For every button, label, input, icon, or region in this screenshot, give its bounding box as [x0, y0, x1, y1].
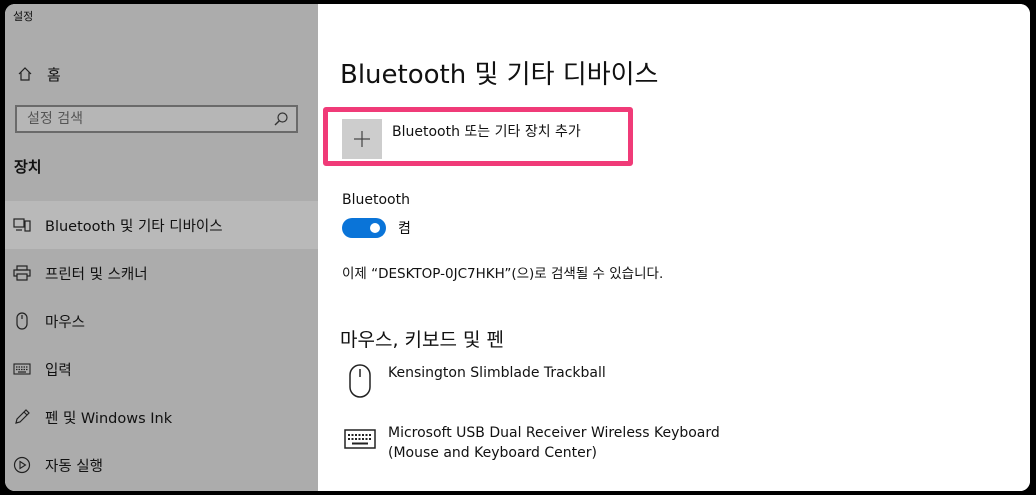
window-title: 설정	[13, 10, 34, 23]
add-device-button[interactable]: Bluetooth 또는 기타 장치 추가	[342, 119, 581, 159]
bluetooth-devices-icon	[12, 215, 32, 235]
toggle-knob	[370, 223, 380, 233]
home-nav-item[interactable]: 홈	[15, 62, 61, 86]
main-content: Bluetooth 및 기타 디바이스 Bluetooth 또는 기타 장치 추…	[318, 4, 1030, 491]
autoplay-icon	[12, 455, 32, 475]
bluetooth-label: Bluetooth	[342, 192, 410, 208]
sidebar-item-mouse[interactable]: 마우스	[5, 297, 318, 345]
settings-window: 설정 홈 장치 Bluetooth 및 기타 디바이스 프린터 및 스캐너	[5, 4, 1030, 491]
sidebar: 설정 홈 장치 Bluetooth 및 기타 디바이스 프린터 및 스캐너	[5, 4, 318, 491]
home-label: 홈	[47, 65, 61, 84]
search-icon[interactable]	[270, 108, 292, 130]
mouse-icon	[342, 363, 378, 399]
printer-icon	[12, 263, 32, 283]
search-box	[15, 105, 298, 133]
device-subtitle: (Mouse and Keyboard Center)	[388, 445, 597, 461]
sidebar-item-label: 펜 및 Windows Ink	[45, 410, 173, 427]
sidebar-item-label: 자동 실행	[45, 458, 103, 475]
mouse-icon	[12, 311, 32, 331]
sidebar-item-label: Bluetooth 및 기타 디바이스	[45, 218, 223, 235]
sidebar-item-input[interactable]: 입력	[5, 345, 318, 393]
sidebar-item-autoplay[interactable]: 자동 실행	[5, 441, 318, 489]
bluetooth-state-label: 켬	[398, 221, 411, 237]
sidebar-item-label: 입력	[45, 362, 72, 379]
device-name: Microsoft USB Dual Receiver Wireless Key…	[388, 425, 720, 441]
sidebar-item-label: 마우스	[45, 314, 86, 331]
sidebar-item-bluetooth[interactable]: Bluetooth 및 기타 디바이스	[5, 201, 318, 249]
sidebar-item-printers[interactable]: 프린터 및 스캐너	[5, 249, 318, 297]
page-title: Bluetooth 및 기타 디바이스	[340, 60, 659, 90]
sidebar-item-pen[interactable]: 펜 및 Windows Ink	[5, 393, 318, 441]
keyboard-icon	[12, 359, 32, 379]
search-input[interactable]	[17, 110, 270, 128]
pen-icon	[12, 407, 32, 427]
device-item[interactable]: Kensington Slimblade Trackball	[342, 363, 606, 399]
keyboard-icon	[342, 423, 378, 451]
bluetooth-toggle-row: 켬	[342, 218, 411, 238]
discoverable-text: 이제 “DESKTOP-0JC7HKH”(으)로 검색될 수 있습니다.	[342, 266, 664, 282]
bluetooth-toggle[interactable]	[342, 218, 386, 238]
section-heading: 마우스, 키보드 및 펜	[340, 329, 504, 351]
home-icon	[15, 64, 35, 84]
add-device-label: Bluetooth 또는 기타 장치 추가	[392, 124, 581, 140]
device-name: Kensington Slimblade Trackball	[388, 365, 606, 381]
section-label: 장치	[14, 158, 42, 176]
plus-icon	[342, 119, 382, 159]
device-item[interactable]: Microsoft USB Dual Receiver Wireless Key…	[342, 423, 720, 463]
sidebar-item-label: 프린터 및 스캐너	[45, 266, 148, 283]
